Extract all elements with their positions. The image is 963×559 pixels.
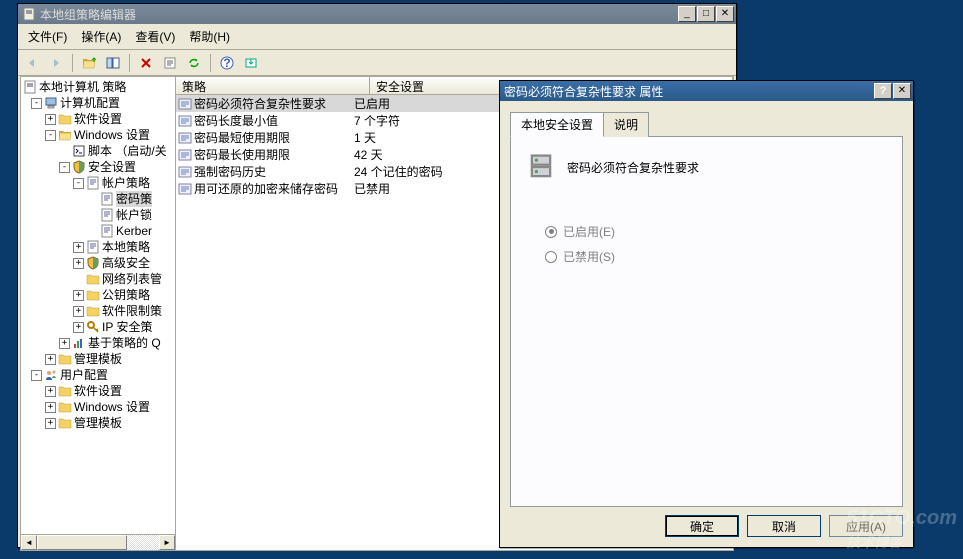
tree-ip-security[interactable]: +IP 安全策 [23,319,173,335]
refresh-button[interactable] [184,53,204,73]
tree-user-admin-templates[interactable]: +管理模板 [23,415,173,431]
policy-item-icon [178,148,192,162]
expander-icon[interactable]: - [31,98,42,109]
tree-advanced-security[interactable]: +高级安全 [23,255,173,271]
properties-dialog: 密码必须符合复杂性要求 属性 ? ✕ 本地安全设置 说明 密码必须符合复杂性要求… [499,80,914,548]
expander-icon[interactable]: + [73,322,84,333]
tree-software-restrict[interactable]: +软件限制策 [23,303,173,319]
menu-file[interactable]: 文件(F) [22,26,73,47]
expander-icon[interactable]: - [73,178,84,189]
tree-user-software[interactable]: +软件设置 [23,383,173,399]
tabstrip: 本地安全设置 说明 [510,112,903,137]
maximize-button[interactable]: □ [697,6,715,22]
policy-item-icon [178,97,192,111]
expander-icon[interactable]: + [45,354,56,365]
expander-icon[interactable]: + [59,338,70,349]
menu-action[interactable]: 操作(A) [75,26,127,47]
tab-local-setting[interactable]: 本地安全设置 [510,112,604,137]
tree-local-policies[interactable]: +本地策略 [23,239,173,255]
close-button[interactable]: ✕ [716,6,734,22]
show-hide-tree-button[interactable] [103,53,123,73]
tree-public-key[interactable]: +公钥策略 [23,287,173,303]
scroll-right-icon[interactable]: ► [159,535,175,550]
scroll-left-icon[interactable]: ◄ [21,535,37,550]
minimize-button[interactable]: _ [678,6,696,22]
policy-name-label: 密码必须符合复杂性要求 [567,159,699,176]
up-button[interactable] [79,53,99,73]
radio-enabled[interactable]: 已启用(E) [545,223,888,240]
dialog-titlebar[interactable]: 密码必须符合复杂性要求 属性 ? ✕ [500,81,913,101]
expander-icon[interactable]: + [45,418,56,429]
menu-view[interactable]: 查看(V) [129,26,181,47]
gpedit-titlebar[interactable]: 本地组策略编辑器 _ □ ✕ [18,4,736,24]
tree-root[interactable]: 本地计算机 策略 [23,79,173,95]
radio-disabled[interactable]: 已禁用(S) [545,248,888,265]
menubar: 文件(F) 操作(A) 查看(V) 帮助(H) [18,24,736,50]
ok-button[interactable]: 确定 [665,515,739,537]
expander-icon[interactable]: + [73,258,84,269]
cancel-button[interactable]: 取消 [747,515,821,537]
tab-explain[interactable]: 说明 [603,112,649,137]
properties-button[interactable] [160,53,180,73]
back-button[interactable] [22,53,42,73]
tree-admin-templates[interactable]: +管理模板 [23,351,173,367]
dialog-title: 密码必须符合复杂性要求 属性 [504,83,874,100]
policy-large-icon [525,151,557,183]
export-button[interactable] [241,53,261,73]
policy-item-icon [178,114,192,128]
gpedit-title: 本地组策略编辑器 [40,6,678,23]
forward-button[interactable] [46,53,66,73]
tree-hscroll[interactable]: ◄ ► [21,534,175,550]
tree-password-policy[interactable]: 密码策 [23,191,173,207]
expander-icon[interactable]: - [59,162,70,173]
apply-button[interactable]: 应用(A) [829,515,903,537]
radio-icon [545,226,557,238]
tab-page: 密码必须符合复杂性要求 已启用(E) 已禁用(S) [510,136,903,507]
tree-computer-config[interactable]: -计算机配置 [23,95,173,111]
tree-pane: 本地计算机 策略 -计算机配置 +软件设置 -Windows 设置 脚本 （启动… [21,77,176,550]
policy-item-icon [178,182,192,196]
scroll-thumb[interactable] [37,535,127,550]
policy-item-icon [178,131,192,145]
toolbar: ? [18,50,736,76]
tree-security-settings[interactable]: -安全设置 [23,159,173,175]
context-help-button[interactable]: ? [874,83,892,99]
dialog-buttons: 确定 取消 应用(A) [510,507,903,537]
expander-icon[interactable]: - [31,370,42,381]
expander-icon[interactable]: + [45,402,56,413]
expander-icon[interactable]: + [73,306,84,317]
tree-account-policies[interactable]: -帐户策略 [23,175,173,191]
tree-network-list[interactable]: 网络列表管 [23,271,173,287]
dialog-close-button[interactable]: ✕ [893,83,911,99]
tree-user-config[interactable]: -用户配置 [23,367,173,383]
radio-icon [545,251,557,263]
expander-icon[interactable]: + [45,114,56,125]
delete-button[interactable] [136,53,156,73]
tree-windows-settings[interactable]: -Windows 设置 [23,127,173,143]
expander-icon[interactable]: + [45,386,56,397]
tree-policy-based-q[interactable]: +基于策略的 Q [23,335,173,351]
tree-software-settings[interactable]: +软件设置 [23,111,173,127]
col-policy[interactable]: 策略 [176,77,370,94]
tree-user-windows[interactable]: +Windows 设置 [23,399,173,415]
help-button[interactable]: ? [217,53,237,73]
svg-text:?: ? [223,56,230,70]
policy-item-icon [178,165,192,179]
app-icon [22,7,36,21]
tree-kerberos[interactable]: Kerber [23,223,173,239]
menu-help[interactable]: 帮助(H) [183,26,236,47]
expander-icon[interactable]: + [73,290,84,301]
expander-icon[interactable]: - [45,130,56,141]
tree-account-lockout[interactable]: 帐户锁 [23,207,173,223]
tree-scripts[interactable]: 脚本 （启动/关 [23,143,173,159]
expander-icon[interactable]: + [73,242,84,253]
